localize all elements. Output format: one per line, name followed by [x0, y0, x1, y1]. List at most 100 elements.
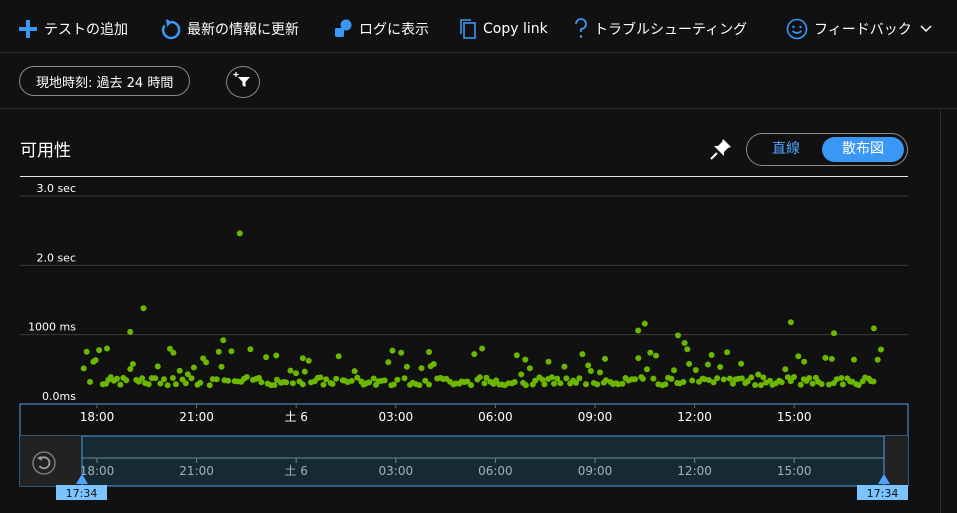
data-point: [752, 382, 759, 388]
data-point: [320, 381, 327, 388]
data-point: [692, 367, 699, 373]
data-point: [293, 370, 299, 377]
data-point: [551, 380, 557, 387]
data-point: [170, 349, 177, 356]
data-point: [479, 345, 486, 352]
data-point: [301, 368, 308, 375]
data-point: [127, 328, 134, 335]
data-point: [662, 381, 669, 388]
data-point: [809, 380, 816, 387]
availability-scatter-chart[interactable]: 0.0ms 1000 ms 2.0 sec 3.0 sec 18:00 21:00 土 6…: [0, 0, 940, 513]
data-point: [563, 375, 570, 382]
data-point: [689, 377, 696, 384]
data-point: [390, 381, 397, 388]
data-point: [154, 363, 161, 370]
data-point: [838, 375, 845, 381]
data-point: [305, 357, 312, 364]
brush-left-mask: [20, 436, 82, 486]
scrollbar[interactable]: [940, 110, 941, 513]
chart-points: [80, 230, 884, 389]
data-point: [870, 325, 877, 332]
brush-right-mask: [884, 436, 908, 486]
data-point: [481, 380, 488, 387]
data-point: [176, 367, 183, 374]
y-tick-label: 3.0 sec: [36, 182, 76, 195]
data-point: [333, 375, 340, 382]
data-point: [795, 353, 802, 360]
data-point: [760, 374, 767, 381]
data-point: [182, 380, 189, 387]
data-point: [389, 347, 396, 354]
data-point: [351, 368, 358, 375]
data-point: [647, 349, 654, 356]
data-point: [258, 379, 265, 386]
range-start-label: 17:34: [66, 487, 98, 500]
data-point: [329, 381, 336, 387]
data-point: [335, 353, 342, 360]
y-tick-label: 0.0ms: [42, 390, 76, 403]
x-tick-label: 21:00: [179, 410, 214, 424]
data-point: [822, 354, 829, 361]
brush-tick-label: 15:00: [777, 464, 812, 478]
data-point: [114, 375, 120, 382]
brush-tick-label: 21:00: [179, 464, 214, 478]
data-point: [203, 359, 210, 366]
data-point: [381, 377, 388, 384]
data-point: [587, 368, 594, 374]
data-point: [513, 352, 520, 359]
data-point: [287, 367, 294, 374]
time-brush[interactable]: 18:00 21:00 土 6 03:00 06:00 09:00 12:00 15:00 17…: [19, 435, 909, 500]
data-point: [782, 366, 789, 373]
data-point: [668, 375, 675, 382]
data-point: [632, 376, 638, 383]
data-point: [511, 379, 518, 385]
data-point: [675, 332, 681, 339]
data-point: [117, 381, 124, 388]
data-point: [289, 380, 296, 387]
data-point: [348, 377, 355, 384]
data-point: [215, 348, 222, 355]
data-point: [671, 367, 677, 374]
data-point: [273, 352, 280, 359]
y-tick-label: 1000 ms: [28, 321, 76, 334]
data-point: [545, 358, 552, 365]
data-point: [708, 352, 715, 358]
data-point: [797, 381, 804, 388]
data-point: [145, 381, 152, 388]
data-point: [271, 382, 278, 388]
brush-tick-label: 03:00: [379, 464, 414, 478]
data-point: [83, 348, 90, 355]
data-point: [403, 363, 410, 370]
data-point: [548, 374, 555, 381]
data-point: [641, 320, 648, 327]
data-point: [401, 375, 408, 382]
x-tick-label: 06:00: [478, 410, 513, 424]
data-point: [650, 375, 657, 382]
data-point: [299, 381, 306, 388]
data-point: [164, 382, 171, 389]
data-point: [104, 345, 110, 352]
data-point: [787, 319, 794, 326]
data-point: [791, 374, 797, 380]
data-point: [594, 381, 601, 388]
data-point: [129, 361, 136, 367]
data-point: [726, 375, 733, 382]
data-point: [602, 355, 608, 362]
data-point: [188, 375, 195, 382]
data-point: [801, 358, 808, 365]
data-point: [366, 379, 373, 386]
brush-selection[interactable]: [19, 435, 909, 487]
brush-tick-label: 09:00: [578, 464, 613, 478]
data-point: [169, 375, 176, 381]
data-point: [576, 375, 583, 382]
data-point: [398, 349, 405, 356]
data-point: [426, 349, 432, 355]
data-point: [738, 360, 745, 367]
data-point: [172, 381, 179, 388]
data-point: [583, 381, 589, 388]
data-point: [870, 378, 877, 385]
data-point: [476, 374, 483, 381]
data-point: [426, 381, 432, 388]
data-point: [236, 230, 243, 237]
x-tick-label: 15:00: [777, 410, 812, 424]
